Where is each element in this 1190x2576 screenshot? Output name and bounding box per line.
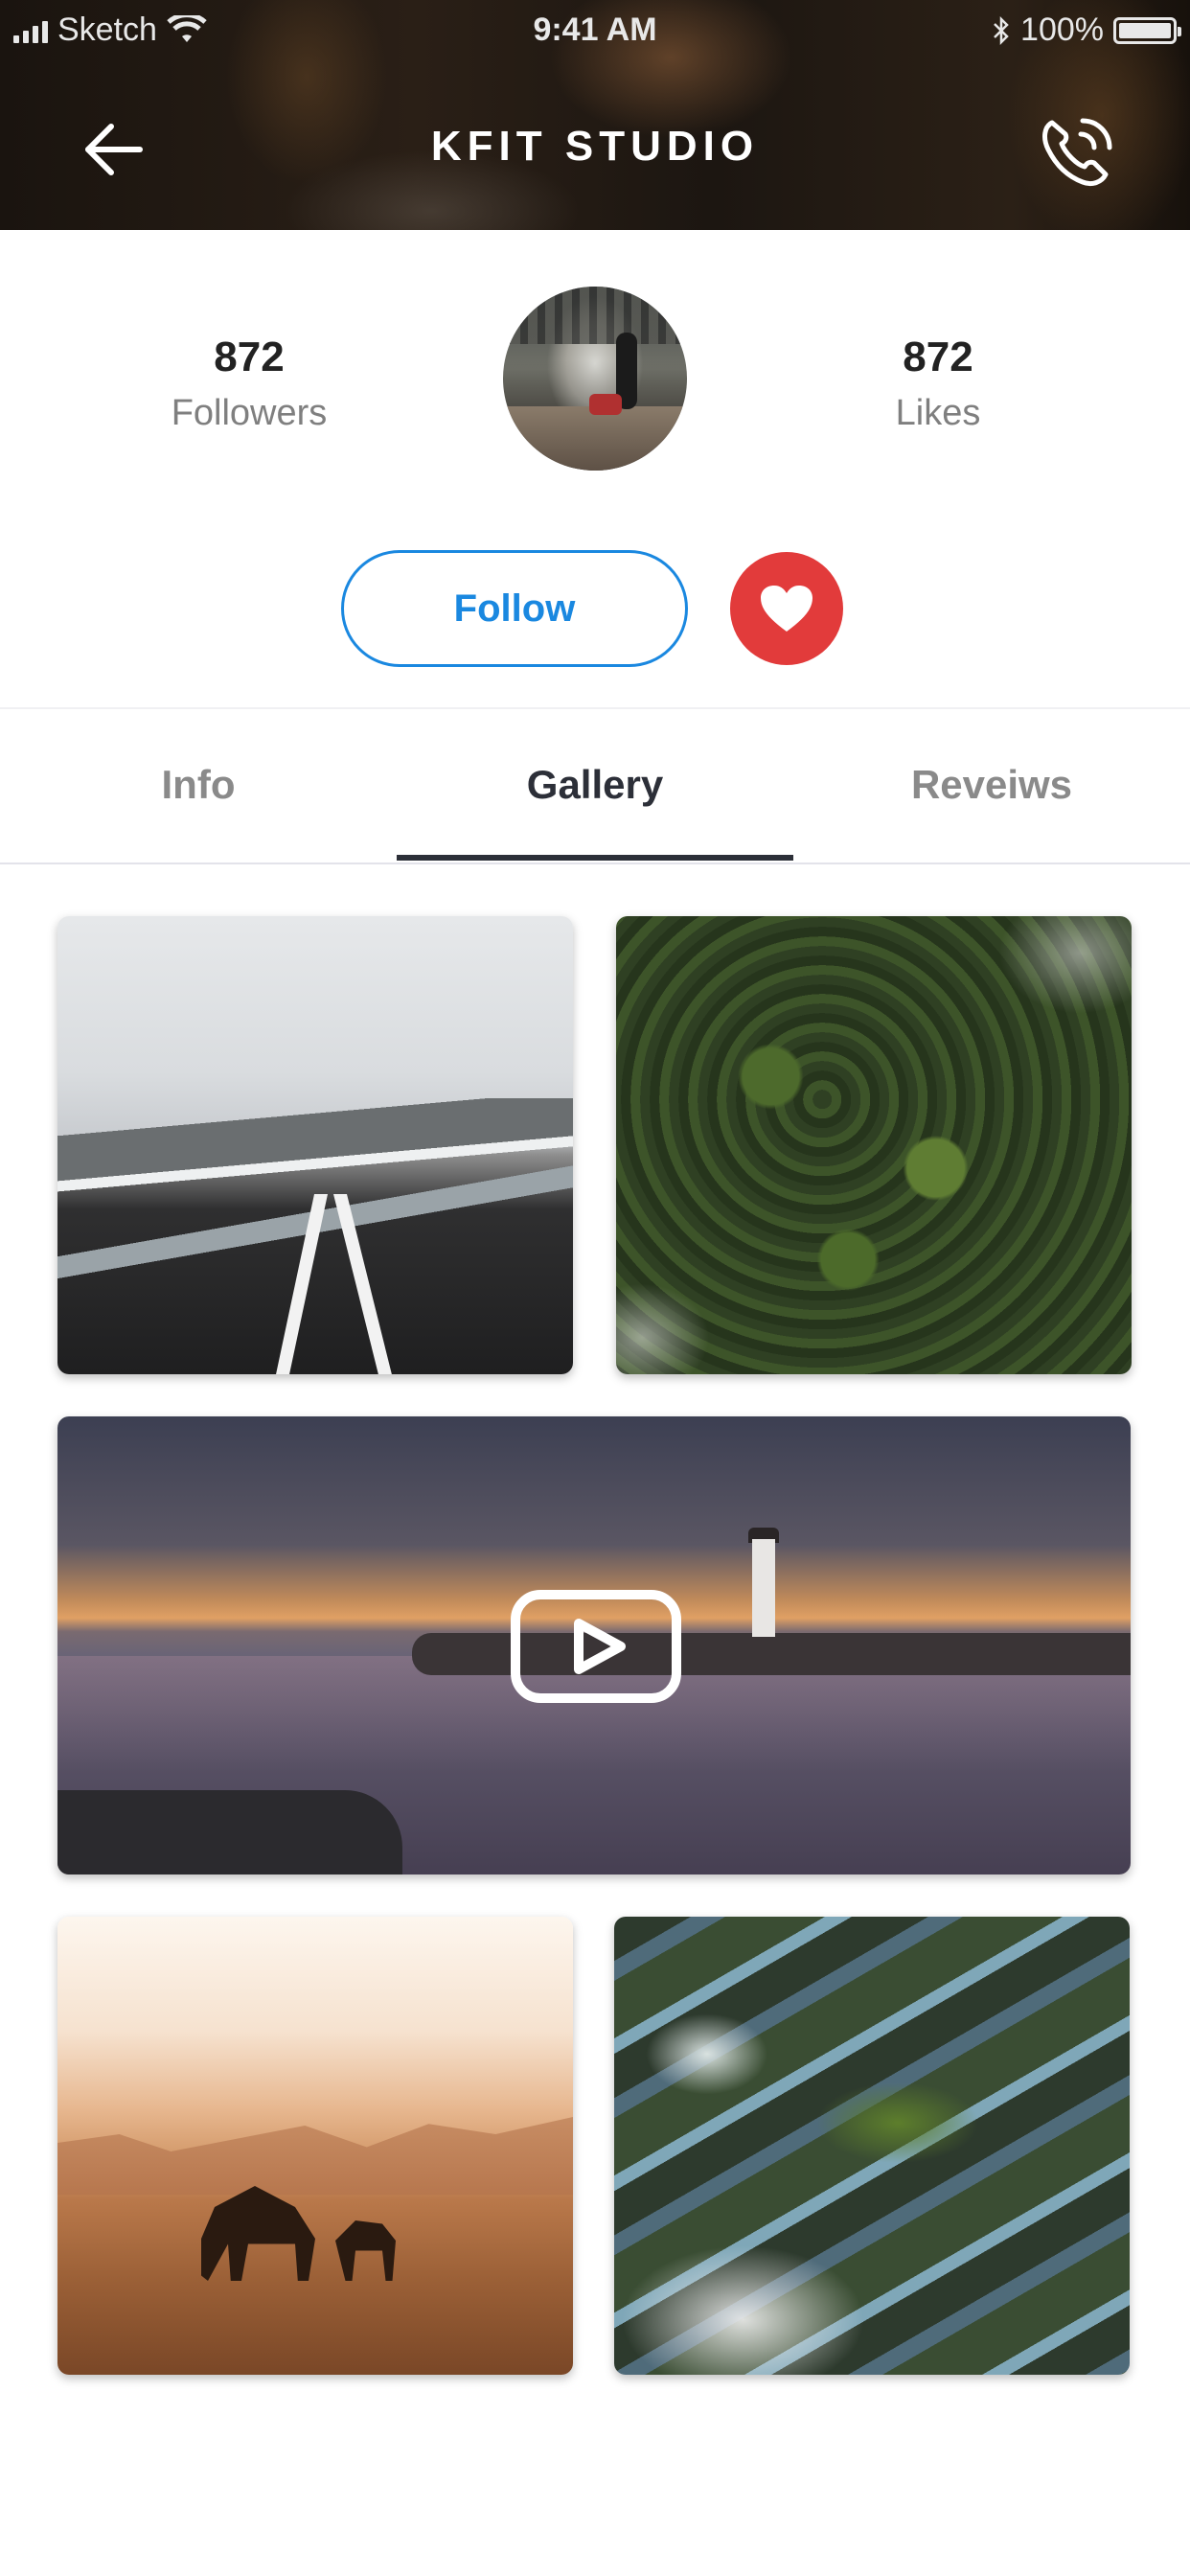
likes-label: Likes <box>895 393 981 433</box>
followers-count: 872 <box>214 334 285 380</box>
gallery-photo-desert[interactable] <box>57 1917 573 2375</box>
follow-button[interactable]: Follow <box>341 550 688 667</box>
gallery-photo-river[interactable] <box>614 1917 1130 2375</box>
page-title: KFIT STUDIO <box>430 123 760 170</box>
play-video-icon[interactable] <box>510 1589 682 1704</box>
header: Sketch 9:41 AM 100% KFIT STUDIO <box>0 0 1190 230</box>
likes-stat: 872 Likes <box>794 334 1082 434</box>
call-button[interactable] <box>1035 113 1117 190</box>
active-tab-indicator <box>397 855 793 861</box>
battery-icon <box>1113 16 1181 44</box>
status-bar: Sketch 9:41 AM 100% <box>0 0 1190 61</box>
tab-bar: Info Gallery Reveiws <box>0 707 1190 864</box>
tab-info[interactable]: Info <box>0 709 397 861</box>
heart-icon <box>761 586 812 632</box>
tab-gallery[interactable]: Gallery <box>397 709 793 861</box>
battery-percent: 100% <box>1020 12 1104 48</box>
gallery-video-lighthouse[interactable] <box>57 1416 1131 1874</box>
avatar <box>503 287 687 471</box>
likes-count: 872 <box>903 334 973 380</box>
bluetooth-icon <box>994 15 1009 45</box>
phone-call-icon <box>1042 118 1112 187</box>
status-right: 100% <box>992 12 1181 49</box>
followers-stat: 872 Followers <box>105 334 393 434</box>
followers-label: Followers <box>171 393 328 433</box>
gallery-photo-road[interactable] <box>57 916 573 1374</box>
tab-reviews[interactable]: Reveiws <box>793 709 1190 861</box>
like-button[interactable] <box>730 552 843 665</box>
gallery-photo-forest[interactable] <box>616 916 1132 1374</box>
